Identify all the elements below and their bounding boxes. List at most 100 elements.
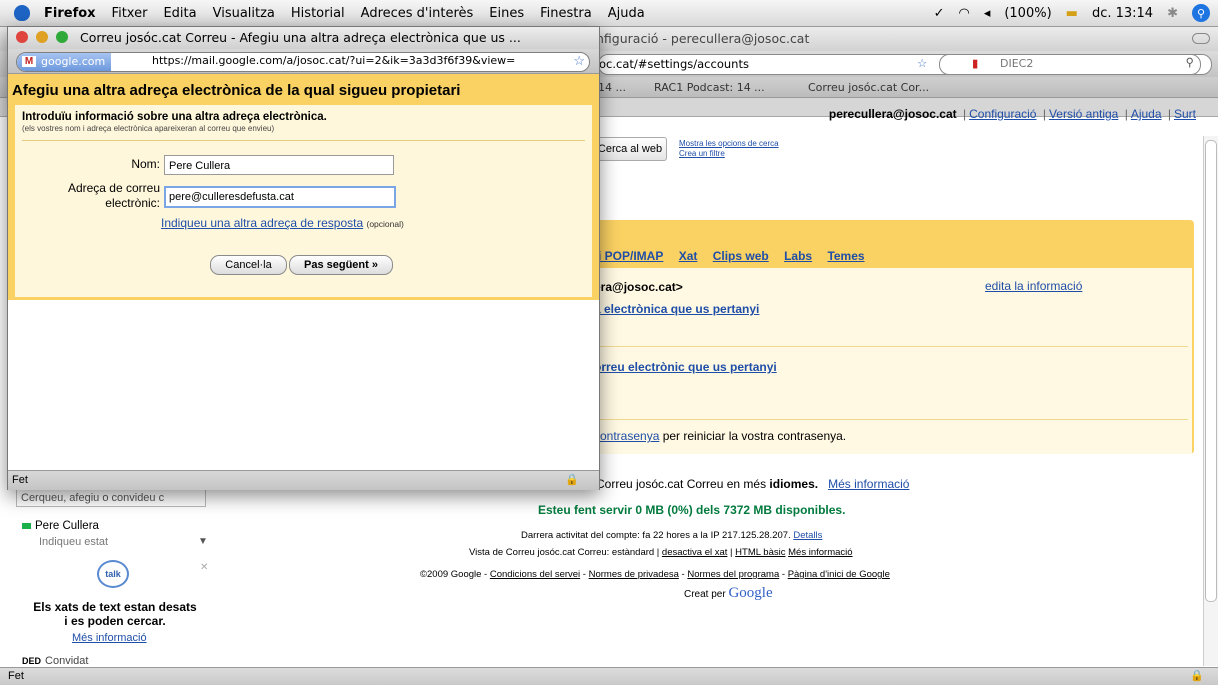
settings-link[interactable]: Configuració bbox=[969, 107, 1036, 121]
disable-chat-link[interactable]: desactiva el xat bbox=[662, 547, 727, 558]
toolbar-toggle-icon[interactable] bbox=[1192, 33, 1210, 44]
old-version-link[interactable]: Versió antiga bbox=[1049, 107, 1118, 121]
password-link[interactable]: contrasenya bbox=[594, 429, 659, 443]
chat-more-info-link[interactable]: Més informació bbox=[72, 632, 147, 644]
menu-finestra[interactable]: Finestra bbox=[540, 6, 592, 21]
rss-icon[interactable]: ☆ bbox=[917, 56, 927, 70]
tab-clips-web[interactable]: Clips web bbox=[713, 249, 769, 263]
name-label: Nom: bbox=[131, 157, 160, 171]
menu-fitxer[interactable]: Fitxer bbox=[112, 6, 148, 21]
wifi-icon[interactable]: ◠ bbox=[958, 6, 969, 21]
close-window-icon[interactable] bbox=[16, 31, 28, 43]
apple-icon[interactable] bbox=[14, 5, 30, 21]
dictionary-icon: ▮ bbox=[972, 56, 979, 70]
account-links: perecullera@josoc.cat | Configuració | Ver… bbox=[828, 107, 1196, 121]
tab-pop-imap[interactable]: i POP/IMAP bbox=[598, 249, 663, 263]
menu-app-firefox[interactable]: Firefox bbox=[44, 6, 96, 21]
terms-link[interactable]: Condicions del servei bbox=[490, 569, 580, 580]
menu-visualitza[interactable]: Visualitza bbox=[213, 6, 275, 21]
bookmark-star-icon[interactable]: ☆ bbox=[573, 53, 585, 69]
back-url-bar[interactable]: oc.cat/#settings/accounts ☆ ▮ DIEC2 ⚲ bbox=[598, 54, 1212, 75]
minimize-window-icon[interactable] bbox=[36, 31, 48, 43]
tab-temes[interactable]: Temes bbox=[827, 249, 864, 263]
reply-to-link[interactable]: Indiqueu una altra adreça de resposta bbox=[161, 216, 363, 230]
program-policy-link[interactable]: Normes del programa bbox=[687, 569, 779, 580]
gmail-favicon-icon: M bbox=[22, 56, 36, 67]
bookmark-item[interactable]: 14 ... bbox=[598, 81, 626, 94]
video-status-icon bbox=[22, 523, 31, 529]
menu-adreces[interactable]: Adreces d'interès bbox=[361, 6, 474, 21]
site-name: google.com bbox=[41, 55, 106, 68]
bluetooth-icon[interactable]: ✱ bbox=[1167, 6, 1178, 21]
email-label-line2: electrònic: bbox=[105, 196, 160, 210]
settings-tabs: i POP/IMAP Xat Clips web Labs Temes bbox=[598, 249, 877, 263]
view-row: Vista de Correu josóc.cat Correu: estànd… bbox=[469, 547, 853, 558]
close-icon[interactable]: ✕ bbox=[200, 562, 208, 573]
language-row: Correu josóc.cat Correu en més idiomes. … bbox=[596, 477, 909, 491]
chat-self-name: Pere Cullera bbox=[35, 520, 99, 532]
dialog-subheading: (els vostres nom i adreça electrònica ap… bbox=[22, 124, 275, 133]
view-text: Vista de Correu josóc.cat Correu: estànd… bbox=[469, 547, 660, 558]
chevron-down-icon[interactable]: ▼ bbox=[198, 536, 208, 547]
back-search-box[interactable]: ▮ DIEC2 ⚲ bbox=[939, 54, 1201, 75]
google-home-link[interactable]: Pàgina d'inici de Google bbox=[788, 569, 890, 580]
tab-labs[interactable]: Labs bbox=[784, 249, 812, 263]
email-input[interactable]: pere@culleresdefusta.cat bbox=[164, 186, 396, 208]
menu-edita[interactable]: Edita bbox=[163, 6, 196, 21]
popup-url-bar[interactable]: google.com M https://mail.google.com/a/j… bbox=[16, 52, 590, 72]
edit-info-link[interactable]: edita la informació bbox=[985, 279, 1082, 293]
privacy-link[interactable]: Normes de privadesa bbox=[589, 569, 679, 580]
footer-copyright: ©2009 Google - bbox=[420, 569, 488, 580]
next-step-button[interactable]: Pas següent » bbox=[289, 255, 393, 275]
popup-url-text: https://mail.google.com/a/josoc.cat/?ui=… bbox=[152, 54, 516, 67]
menu-eines[interactable]: Eines bbox=[489, 6, 524, 21]
lock-icon: 🔒 bbox=[1190, 670, 1204, 682]
dialog-title: Afegiu una altra adreça electrònica de l… bbox=[12, 82, 461, 99]
chat-notice-line1: Els xats de text estan desats bbox=[33, 600, 197, 614]
zoom-window-icon[interactable] bbox=[56, 31, 68, 43]
back-url-text: oc.cat/#settings/accounts bbox=[599, 57, 749, 71]
scrollbar-thumb[interactable] bbox=[1205, 140, 1217, 602]
name-input[interactable]: Pere Cullera bbox=[164, 155, 394, 175]
add-mail-account-link[interactable]: orreu electrònic que us pertanyi bbox=[594, 360, 777, 374]
help-link[interactable]: Ajuda bbox=[1131, 107, 1162, 121]
chat-contact[interactable]: DED Convidat bbox=[22, 655, 88, 667]
language-more-info-link[interactable]: Més informació bbox=[828, 477, 909, 491]
storage-usage: Esteu fent servir 0 MB (0%) dels 7372 MB… bbox=[538, 503, 846, 517]
chat-saved-notice: Els xats de text estan desats i es poden… bbox=[15, 600, 215, 628]
spotlight-icon[interactable]: ⚲ bbox=[1192, 4, 1210, 22]
flag-icon[interactable]: ▬ bbox=[1066, 6, 1078, 21]
html-basic-link[interactable]: HTML bàsic bbox=[735, 547, 785, 558]
popup-title: Correu josóc.cat Correu - Afegiu una alt… bbox=[80, 30, 521, 45]
popup-window: Correu josóc.cat Correu - Afegiu una alt… bbox=[7, 26, 600, 490]
menu-ajuda[interactable]: Ajuda bbox=[608, 6, 645, 21]
password-row: contrasenya per reiniciar la vostra cont… bbox=[594, 429, 846, 443]
search-web-button[interactable]: Cerca al web bbox=[593, 137, 667, 161]
menu-historial[interactable]: Historial bbox=[291, 6, 345, 21]
dialog-divider bbox=[22, 140, 585, 141]
search-icon[interactable]: ⚲ bbox=[1186, 55, 1194, 69]
create-filter-link[interactable]: Crea un filtre bbox=[679, 149, 779, 159]
chat-search-input[interactable]: Cerqueu, afegiu o convideu c bbox=[16, 487, 206, 507]
divider bbox=[598, 419, 1188, 420]
cancel-button[interactable]: Cancel·la bbox=[210, 255, 287, 275]
tab-xat[interactable]: Xat bbox=[679, 249, 698, 263]
back-window-title: nfiguració - perecullera@josoc.cat bbox=[596, 31, 810, 46]
popup-titlebar: Correu josóc.cat Correu - Afegiu una alt… bbox=[8, 27, 599, 50]
volume-icon[interactable]: ◂ bbox=[984, 6, 991, 21]
details-link[interactable]: Detalls bbox=[793, 530, 822, 541]
bookmark-rac1[interactable]: RAC1 Podcast: 14 ... bbox=[654, 81, 765, 94]
back-status-bar: Fet 🔒 bbox=[0, 667, 1218, 685]
chat-self: Pere Cullera bbox=[22, 520, 99, 532]
google-logo: Google bbox=[728, 585, 773, 601]
menubar-clock[interactable]: dc. 13:14 bbox=[1092, 6, 1153, 21]
signout-link[interactable]: Surt bbox=[1174, 107, 1196, 121]
check-icon[interactable]: ✓ bbox=[934, 6, 945, 21]
search-options-link[interactable]: Mostra les opcions de cerca bbox=[679, 139, 779, 149]
battery-indicator[interactable]: (100%) bbox=[1004, 6, 1051, 21]
bookmark-correu[interactable]: Correu josóc.cat Cor... bbox=[808, 81, 929, 94]
chat-status-select[interactable]: Indiqueu estat bbox=[39, 536, 108, 548]
view-more-info-link[interactable]: Més informació bbox=[788, 547, 852, 558]
add-address-link[interactable]: a electrònica que us pertanyi bbox=[594, 302, 759, 316]
email-label-line1: Adreça de correu bbox=[67, 181, 160, 195]
